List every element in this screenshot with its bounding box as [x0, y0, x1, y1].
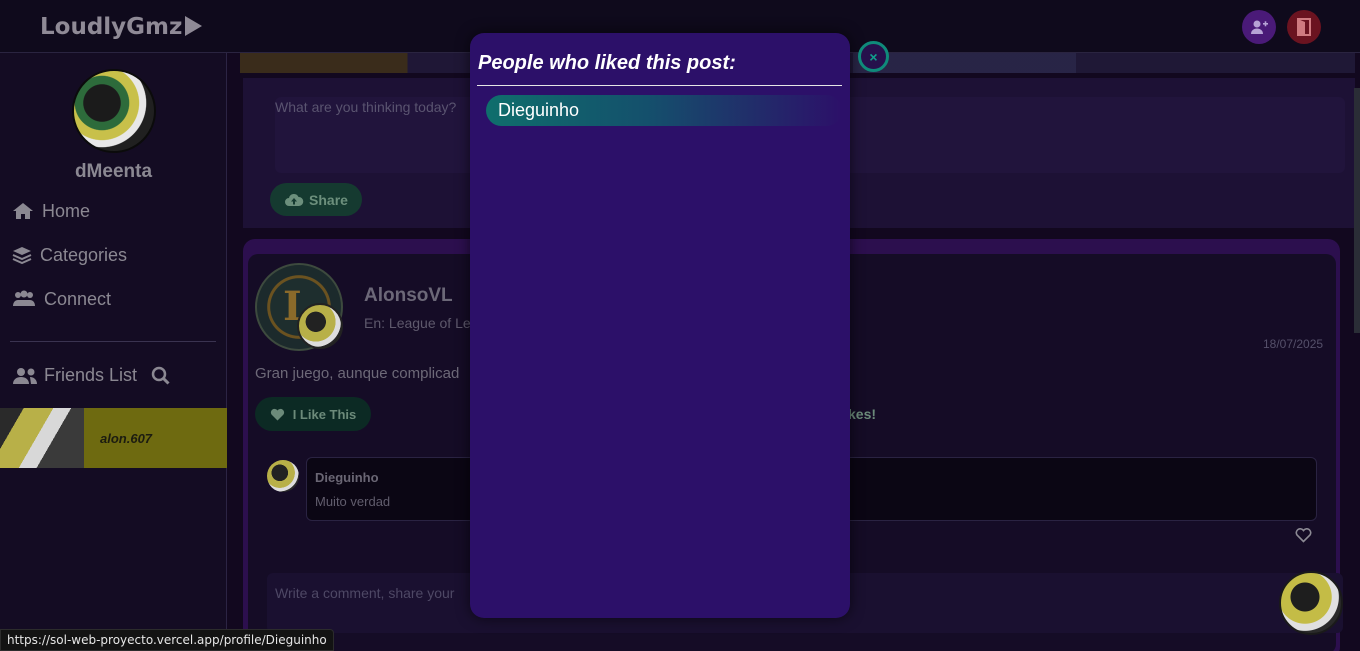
- share-label: Share: [309, 191, 348, 208]
- comment-avatar[interactable]: [267, 460, 299, 492]
- comment-like-icon[interactable]: [1295, 528, 1312, 543]
- friend-name: alon.607: [100, 430, 153, 446]
- user-plus-icon: [1251, 20, 1268, 34]
- share-button[interactable]: Share: [270, 183, 362, 216]
- liker-item[interactable]: Dieguinho: [486, 95, 842, 126]
- logout-button[interactable]: [1287, 10, 1321, 44]
- friend-item[interactable]: alon.607: [0, 408, 227, 468]
- sidebar-item-label: Connect: [44, 288, 112, 309]
- profile-avatar[interactable]: [72, 69, 156, 153]
- post-date: 18/07/2025: [1263, 337, 1324, 351]
- friend-avatar: [0, 408, 84, 468]
- modal-divider: [477, 85, 842, 86]
- comment-author[interactable]: Dieguinho: [315, 470, 379, 485]
- play-icon: [185, 16, 203, 36]
- likes-count-link[interactable]: kes!: [848, 406, 876, 422]
- sidebar-item-connect[interactable]: Connect: [12, 285, 111, 313]
- post-body: Gran juego, aunque complicad: [255, 365, 460, 382]
- sidebar-item-home[interactable]: Home: [12, 197, 90, 225]
- sidebar-item-label: Home: [42, 200, 91, 221]
- heart-icon: [270, 408, 284, 420]
- post-category: En: League of Le: [364, 315, 471, 331]
- friends-list-header: Friends List: [12, 365, 170, 386]
- app-logo[interactable]: LoudlyGmz: [40, 14, 203, 40]
- cloud-upload-icon: [285, 193, 304, 206]
- home-icon: [13, 203, 33, 219]
- close-button[interactable]: ×: [858, 41, 889, 72]
- liker-name: Dieguinho: [498, 100, 580, 120]
- scrollbar[interactable]: [1354, 88, 1360, 333]
- post-author[interactable]: AlonsoVL: [364, 285, 453, 307]
- sidebar: dMeenta Home Categories Connect Friends …: [0, 53, 227, 651]
- comment-text: Muito verdad: [315, 494, 391, 509]
- add-friend-button[interactable]: [1242, 10, 1276, 44]
- door-exit-icon: [1297, 18, 1311, 36]
- like-button[interactable]: I Like This: [255, 397, 371, 431]
- layers-icon: [12, 247, 32, 264]
- users-icon: [13, 290, 35, 306]
- close-icon: ×: [869, 48, 878, 65]
- friends-icon: [13, 367, 37, 384]
- app-name: LoudlyGmz: [40, 14, 183, 40]
- profile-username: dMeenta: [74, 161, 153, 182]
- author-avatar[interactable]: [297, 303, 343, 349]
- search-icon[interactable]: [151, 366, 170, 385]
- chat-avatar-button[interactable]: [1279, 571, 1343, 635]
- sidebar-item-categories[interactable]: Categories: [12, 241, 127, 269]
- sidebar-item-label: Categories: [40, 244, 128, 265]
- friends-list-label: Friends List: [44, 365, 138, 385]
- status-bar-url: https://sol-web-proyecto.vercel.app/prof…: [0, 629, 334, 651]
- modal-title: People who liked this post:: [478, 52, 736, 74]
- sidebar-divider: [10, 341, 216, 342]
- like-label: I Like This: [292, 406, 357, 422]
